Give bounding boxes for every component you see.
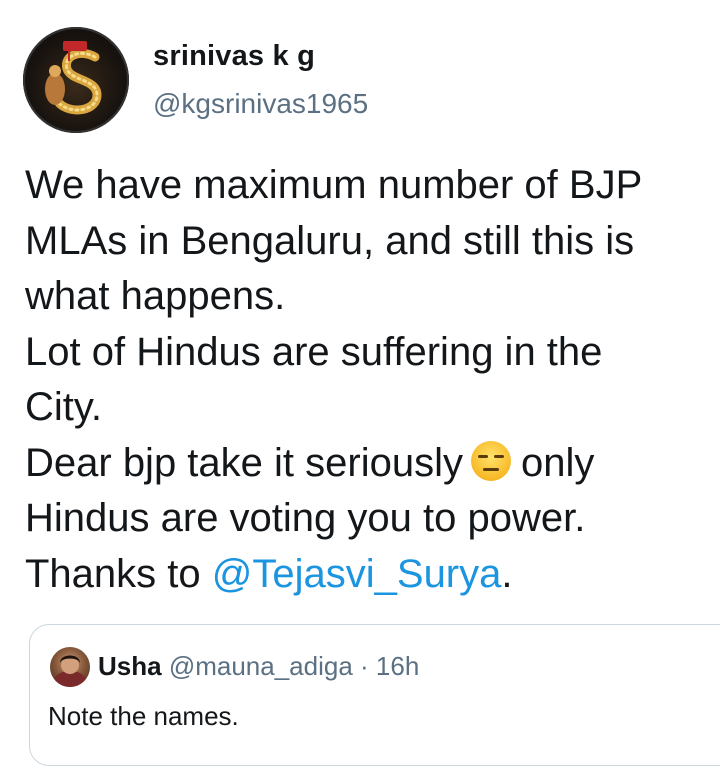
tweet-text-fragment: only [520, 440, 595, 485]
tweet-text-fragment: Dear bjp take it seriously [25, 440, 463, 485]
tweet-text-fragment: . [501, 551, 513, 596]
quoted-user-avatar-icon[interactable] [50, 647, 90, 687]
tweet-text-line: Lot of Hindus are suffering in the [25, 329, 603, 374]
quoted-tweet-text: Note the names. [48, 701, 239, 731]
tweet-text: We have maximum number of BJP MLAs in Be… [25, 158, 715, 602]
separator-dot: · [360, 651, 369, 681]
tweet-text-line: City. [25, 385, 103, 429]
tweet-text-fragment: Thanks to [25, 551, 212, 596]
tweet-text-line: what happens. [25, 274, 286, 318]
author-display-name[interactable]: srinivas k g [153, 40, 315, 73]
tweet-text-line: MLAs in Bengaluru, and still this is [25, 218, 635, 263]
tweet-text-line-emoji: Dear bjp take it seriously only [25, 436, 715, 492]
tweet-text-line: We have maximum number of BJP [25, 163, 643, 207]
tweet-text-line: Hindus are voting you to power. [25, 496, 586, 540]
tweet-text-line-mention: Thanks to @Tejasvi_Surya. [25, 547, 715, 603]
profile-avatar-logo-icon[interactable] [23, 27, 129, 133]
quoted-tweet-header: Usha @mauna_adiga · 16h [98, 651, 419, 682]
quoted-tweet-time[interactable]: 16h [376, 651, 419, 681]
mention-link[interactable]: @Tejasvi_Surya [212, 552, 502, 596]
expressionless-face-emoji-icon [469, 439, 513, 483]
author-handle[interactable]: @kgsrinivas1965 [153, 88, 368, 120]
tweet-card: srinivas k g @kgsrinivas1965 We have max… [0, 0, 720, 766]
quoted-user-handle[interactable]: @mauna_adiga [169, 651, 353, 681]
quoted-tweet-card[interactable]: Usha @mauna_adiga · 16h Note the names. [29, 624, 720, 766]
quoted-user-name[interactable]: Usha [98, 651, 162, 681]
